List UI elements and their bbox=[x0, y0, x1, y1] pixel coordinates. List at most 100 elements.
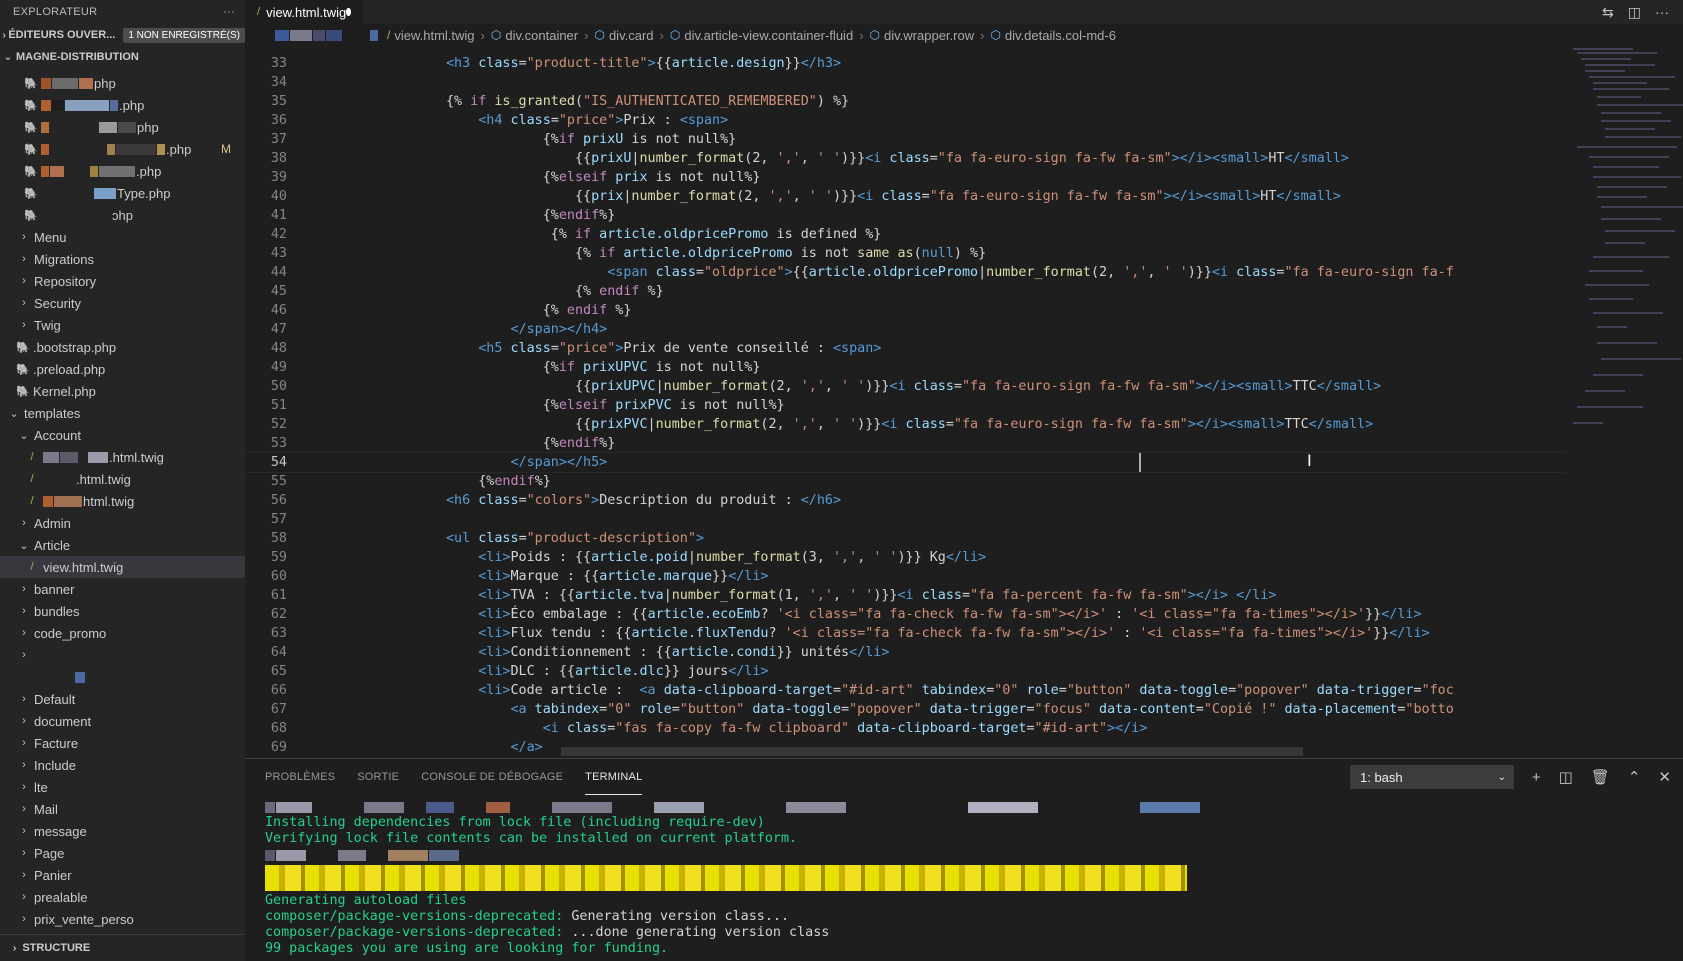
breadcrumb-item[interactable]: div.container bbox=[505, 28, 578, 43]
file-item[interactable]: / .html.twig bbox=[0, 468, 245, 490]
unsaved-dot-icon[interactable] bbox=[346, 8, 351, 16]
breadcrumb-item[interactable]: div.article-view.container-fluid bbox=[684, 28, 853, 43]
folder-item[interactable]: › Facture bbox=[0, 732, 245, 754]
folder-label: Menu bbox=[34, 229, 67, 245]
minimap[interactable] bbox=[1565, 46, 1683, 758]
folder-item[interactable]: › Include bbox=[0, 754, 245, 776]
folder-item[interactable]: › Menu bbox=[0, 226, 245, 248]
folder-item[interactable]: › Twig bbox=[0, 314, 245, 336]
file-label: .php bbox=[166, 141, 192, 157]
folder-item[interactable]: › Admin bbox=[0, 512, 245, 534]
folder-item[interactable]: › prealable bbox=[0, 886, 245, 908]
file-item[interactable]: 🐘 .php bbox=[0, 94, 245, 116]
file-item[interactable]: 🐘 .preload.php bbox=[0, 358, 245, 380]
code-line: 48 <h5 class="price">Prix de vente conse… bbox=[270, 341, 882, 356]
code-line: 65 <li>DLC : {{article.dlc}} jours</li> bbox=[270, 664, 769, 679]
folder-item[interactable]: › lte bbox=[0, 776, 245, 798]
chevron-up-icon[interactable]: ⌃ bbox=[1628, 768, 1641, 786]
compare-changes-icon[interactable]: ⇆ bbox=[1602, 4, 1614, 21]
element-icon: ⬡ bbox=[669, 28, 681, 42]
folder-label: Include bbox=[34, 757, 76, 773]
folder-item[interactable]: › Mail bbox=[0, 798, 245, 820]
folder-item[interactable]: › code_promo bbox=[0, 622, 245, 644]
folder-item[interactable]: › prix_vente_perso bbox=[0, 908, 245, 930]
code-line: 59 <li>Poids : {{article.poid|number_for… bbox=[270, 550, 987, 565]
file-item[interactable]: 🐘 Kernel.php bbox=[0, 380, 245, 402]
horizontal-scrollbar[interactable] bbox=[561, 747, 1303, 756]
twig-file-icon: / bbox=[30, 495, 34, 507]
file-item[interactable]: 🐘 .php bbox=[0, 160, 245, 182]
breadcrumb-item[interactable]: div.card bbox=[609, 28, 654, 43]
terminal-output[interactable]: Installing dependencies from lock file (… bbox=[265, 799, 1201, 957]
code-line: 61 <li>TVA : {{article.tva|number_format… bbox=[270, 588, 1277, 603]
folder-article[interactable]: ⌄ Article bbox=[0, 534, 245, 556]
split-editor-icon[interactable]: ◫ bbox=[1628, 4, 1641, 21]
split-terminal-icon[interactable]: ◫ bbox=[1559, 768, 1573, 786]
chevron-right-icon: › bbox=[859, 27, 864, 43]
more-actions-icon[interactable]: ··· bbox=[1655, 4, 1669, 20]
new-terminal-icon[interactable]: + bbox=[1532, 769, 1541, 786]
tab-label: view.html.twig bbox=[266, 4, 347, 20]
folder-item[interactable]: › Panier bbox=[0, 864, 245, 886]
code-line: 41 {%endif%} bbox=[270, 208, 616, 223]
more-actions-icon[interactable]: ··· bbox=[223, 6, 235, 18]
folder-item[interactable]: › Security bbox=[0, 292, 245, 314]
code-editor[interactable]: 33 <h3 class="product-title">{{article.d… bbox=[245, 54, 1565, 754]
folder-item[interactable]: › banner bbox=[0, 578, 245, 600]
file-item[interactable]: 🐘 Type.php bbox=[0, 182, 245, 204]
file-item[interactable]: 🐘 .bootstrap.php bbox=[0, 336, 245, 358]
open-editors-section[interactable]: › ÉDITEURS OUVER... 1 NON ENREGISTRÉ(S) bbox=[0, 24, 245, 46]
folder-account[interactable]: ⌄ Account bbox=[0, 424, 245, 446]
folder-item-redacted[interactable]: › bbox=[0, 666, 245, 688]
file-item[interactable]: 🐘 php bbox=[0, 116, 245, 138]
trash-icon[interactable]: 🗑 bbox=[1591, 768, 1610, 786]
folder-item[interactable]: › Page bbox=[0, 842, 245, 864]
chevron-right-icon: › bbox=[22, 781, 26, 793]
chevron-down-icon: ⌄ bbox=[19, 429, 29, 442]
folder-item[interactable]: › message bbox=[0, 820, 245, 842]
chevron-right-icon: › bbox=[22, 737, 26, 749]
structure-section[interactable]: › STRUCTURE bbox=[0, 934, 245, 961]
tab-debug-console[interactable]: CONSOLE DE DÉBOGAGE bbox=[421, 759, 563, 795]
folder-item[interactable]: › Migrations bbox=[0, 248, 245, 270]
tab-terminal[interactable]: TERMINAL bbox=[585, 759, 643, 795]
breadcrumb-item[interactable]: div.details.col-md-6 bbox=[1005, 28, 1116, 43]
terminal-select[interactable]: 1: bash ⌄ bbox=[1350, 765, 1514, 789]
tab-view-html-twig[interactable]: / view.html.twig bbox=[245, 0, 363, 24]
folder-item[interactable]: › Repository bbox=[0, 270, 245, 292]
folder-item[interactable]: › Default bbox=[0, 688, 245, 710]
file-item[interactable]: 🐘 php bbox=[0, 72, 245, 94]
folder-label: Repository bbox=[34, 273, 97, 289]
project-section[interactable]: ⌄ MAGNE-DISTRIBUTION bbox=[0, 46, 245, 68]
twig-file-icon: / bbox=[30, 473, 34, 485]
chevron-right-icon: › bbox=[22, 803, 26, 815]
code-line: 67 <a tabindex="0" role="button" data-to… bbox=[270, 702, 1454, 717]
breadcrumb-item[interactable]: view.html.twig bbox=[394, 28, 474, 43]
folder-label: code_promo bbox=[34, 625, 107, 641]
file-item-selected[interactable]: / view.html.twig bbox=[0, 556, 245, 578]
code-line: 43 {% if article.oldpricePromo is not sa… bbox=[270, 246, 987, 261]
file-item[interactable]: 🐘 .php M bbox=[0, 138, 245, 160]
code-line: 62 <li>Éco embalage : {{article.ecoEmb? … bbox=[270, 607, 1422, 622]
folder-item[interactable]: › document bbox=[0, 710, 245, 732]
folder-item[interactable]: › bundles bbox=[0, 600, 245, 622]
element-icon: ⬡ bbox=[594, 28, 605, 42]
code-line: 45 {% endif %} bbox=[270, 284, 664, 299]
chevron-down-icon: ⌄ bbox=[9, 407, 19, 420]
folder-templates[interactable]: ⌄ templates bbox=[0, 402, 245, 424]
breadcrumb-item[interactable]: div.wrapper.row bbox=[884, 28, 974, 43]
php-file-icon: 🐘 bbox=[24, 77, 38, 90]
tab-output[interactable]: SORTIE bbox=[357, 759, 399, 795]
file-item[interactable]: / html.twig bbox=[0, 490, 245, 512]
file-item[interactable]: / .html.twig bbox=[0, 446, 245, 468]
folder-label: message bbox=[34, 823, 87, 839]
file-label: Kernel.php bbox=[33, 383, 96, 399]
chevron-right-icon: › bbox=[22, 253, 26, 265]
file-item[interactable]: 🐘 ɔhp bbox=[0, 204, 245, 226]
folder-label: templates bbox=[24, 405, 81, 421]
tab-problems[interactable]: PROBLÈMES bbox=[265, 759, 335, 795]
folder-label: prealable bbox=[34, 889, 88, 905]
close-icon[interactable]: ✕ bbox=[1658, 768, 1671, 786]
php-file-icon: 🐘 bbox=[16, 341, 30, 354]
folder-item[interactable]: › bbox=[0, 644, 245, 666]
